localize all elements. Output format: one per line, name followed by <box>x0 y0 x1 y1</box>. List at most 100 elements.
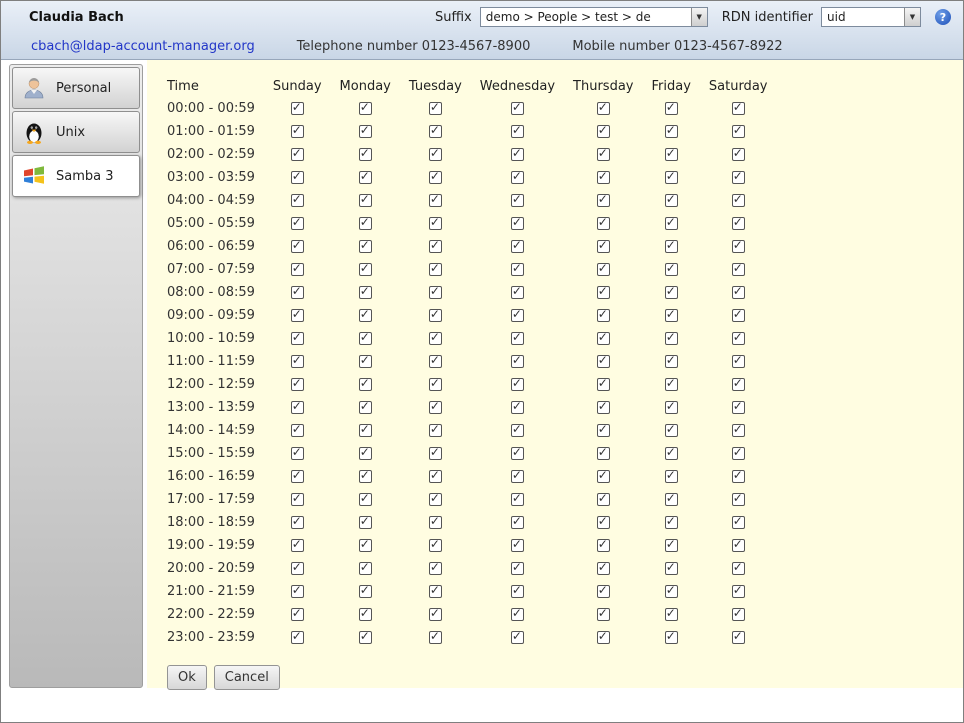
hour-checkbox[interactable] <box>732 447 745 460</box>
hour-checkbox[interactable] <box>732 585 745 598</box>
sidebar-item-personal[interactable]: Personal <box>12 67 140 109</box>
hour-checkbox[interactable] <box>291 309 304 322</box>
hour-checkbox[interactable] <box>597 447 610 460</box>
hour-checkbox[interactable] <box>511 286 524 299</box>
hour-checkbox[interactable] <box>511 378 524 391</box>
hour-checkbox[interactable] <box>291 194 304 207</box>
hour-checkbox[interactable] <box>429 194 442 207</box>
hour-checkbox[interactable] <box>511 194 524 207</box>
hour-checkbox[interactable] <box>511 309 524 322</box>
hour-checkbox[interactable] <box>732 470 745 483</box>
hour-checkbox[interactable] <box>665 102 678 115</box>
hour-checkbox[interactable] <box>597 240 610 253</box>
hour-checkbox[interactable] <box>429 309 442 322</box>
hour-checkbox[interactable] <box>665 309 678 322</box>
hour-checkbox[interactable] <box>291 562 304 575</box>
hour-checkbox[interactable] <box>597 263 610 276</box>
hour-checkbox[interactable] <box>511 424 524 437</box>
hour-checkbox[interactable] <box>429 562 442 575</box>
hour-checkbox[interactable] <box>732 539 745 552</box>
hour-checkbox[interactable] <box>429 516 442 529</box>
hour-checkbox[interactable] <box>511 608 524 621</box>
hour-checkbox[interactable] <box>429 171 442 184</box>
hour-checkbox[interactable] <box>665 332 678 345</box>
hour-checkbox[interactable] <box>665 355 678 368</box>
hour-checkbox[interactable] <box>665 171 678 184</box>
hour-checkbox[interactable] <box>511 631 524 644</box>
sidebar-item-unix[interactable]: Unix <box>12 111 140 153</box>
hour-checkbox[interactable] <box>291 378 304 391</box>
hour-checkbox[interactable] <box>732 424 745 437</box>
hour-checkbox[interactable] <box>291 102 304 115</box>
hour-checkbox[interactable] <box>511 263 524 276</box>
hour-checkbox[interactable] <box>665 378 678 391</box>
hour-checkbox[interactable] <box>291 424 304 437</box>
hour-checkbox[interactable] <box>429 355 442 368</box>
hour-checkbox[interactable] <box>732 631 745 644</box>
hour-checkbox[interactable] <box>597 217 610 230</box>
hour-checkbox[interactable] <box>511 470 524 483</box>
hour-checkbox[interactable] <box>429 148 442 161</box>
hour-checkbox[interactable] <box>359 493 372 506</box>
hour-checkbox[interactable] <box>665 148 678 161</box>
hour-checkbox[interactable] <box>359 562 372 575</box>
hour-checkbox[interactable] <box>429 424 442 437</box>
hour-checkbox[interactable] <box>429 286 442 299</box>
hour-checkbox[interactable] <box>732 125 745 138</box>
hour-checkbox[interactable] <box>732 309 745 322</box>
hour-checkbox[interactable] <box>511 240 524 253</box>
hour-checkbox[interactable] <box>665 516 678 529</box>
hour-checkbox[interactable] <box>359 378 372 391</box>
hour-checkbox[interactable] <box>511 148 524 161</box>
hour-checkbox[interactable] <box>359 217 372 230</box>
hour-checkbox[interactable] <box>597 562 610 575</box>
hour-checkbox[interactable] <box>597 608 610 621</box>
hour-checkbox[interactable] <box>597 631 610 644</box>
rdn-select[interactable]: uid <box>821 7 921 27</box>
hour-checkbox[interactable] <box>732 332 745 345</box>
hour-checkbox[interactable] <box>291 148 304 161</box>
hour-checkbox[interactable] <box>732 286 745 299</box>
hour-checkbox[interactable] <box>359 309 372 322</box>
hour-checkbox[interactable] <box>732 240 745 253</box>
help-icon[interactable]: ? <box>935 9 951 25</box>
hour-checkbox[interactable] <box>597 171 610 184</box>
hour-checkbox[interactable] <box>511 493 524 506</box>
hour-checkbox[interactable] <box>291 470 304 483</box>
hour-checkbox[interactable] <box>429 447 442 460</box>
hour-checkbox[interactable] <box>597 516 610 529</box>
hour-checkbox[interactable] <box>665 125 678 138</box>
hour-checkbox[interactable] <box>429 332 442 345</box>
hour-checkbox[interactable] <box>511 171 524 184</box>
hour-checkbox[interactable] <box>359 102 372 115</box>
hour-checkbox[interactable] <box>597 102 610 115</box>
hour-checkbox[interactable] <box>732 217 745 230</box>
hour-checkbox[interactable] <box>429 240 442 253</box>
hour-checkbox[interactable] <box>511 102 524 115</box>
hour-checkbox[interactable] <box>732 378 745 391</box>
hour-checkbox[interactable] <box>291 125 304 138</box>
hour-checkbox[interactable] <box>597 539 610 552</box>
hour-checkbox[interactable] <box>359 263 372 276</box>
hour-checkbox[interactable] <box>429 585 442 598</box>
hour-checkbox[interactable] <box>597 332 610 345</box>
hour-checkbox[interactable] <box>511 539 524 552</box>
hour-checkbox[interactable] <box>359 332 372 345</box>
hour-checkbox[interactable] <box>511 516 524 529</box>
hour-checkbox[interactable] <box>665 194 678 207</box>
hour-checkbox[interactable] <box>359 447 372 460</box>
sidebar-item-samba3[interactable]: Samba 3 <box>12 155 140 197</box>
hour-checkbox[interactable] <box>597 148 610 161</box>
hour-checkbox[interactable] <box>665 562 678 575</box>
hour-checkbox[interactable] <box>291 447 304 460</box>
hour-checkbox[interactable] <box>359 355 372 368</box>
hour-checkbox[interactable] <box>291 240 304 253</box>
hour-checkbox[interactable] <box>732 562 745 575</box>
hour-checkbox[interactable] <box>665 447 678 460</box>
hour-checkbox[interactable] <box>429 102 442 115</box>
hour-checkbox[interactable] <box>732 148 745 161</box>
hour-checkbox[interactable] <box>597 585 610 598</box>
hour-checkbox[interactable] <box>291 631 304 644</box>
ok-button[interactable]: Ok <box>167 665 207 690</box>
hour-checkbox[interactable] <box>665 608 678 621</box>
